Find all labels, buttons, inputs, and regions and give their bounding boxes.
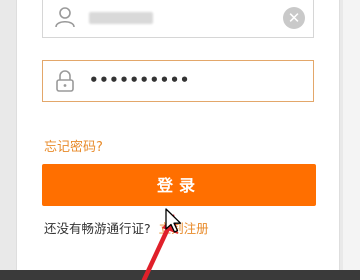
- password-value[interactable]: ••••••••••: [89, 71, 190, 89]
- forgot-password-link[interactable]: 忘记密码?: [44, 136, 103, 155]
- username-value[interactable]: [89, 12, 153, 24]
- user-icon: [53, 5, 77, 29]
- username-field[interactable]: ✕: [42, 0, 314, 38]
- lock-icon: [53, 69, 77, 93]
- clear-icon[interactable]: ✕: [283, 7, 305, 29]
- page-edge: [343, 0, 360, 270]
- login-button[interactable]: 登录: [42, 164, 316, 206]
- mouse-pointer-icon: [165, 208, 182, 233]
- password-field[interactable]: ••••••••••: [42, 60, 314, 102]
